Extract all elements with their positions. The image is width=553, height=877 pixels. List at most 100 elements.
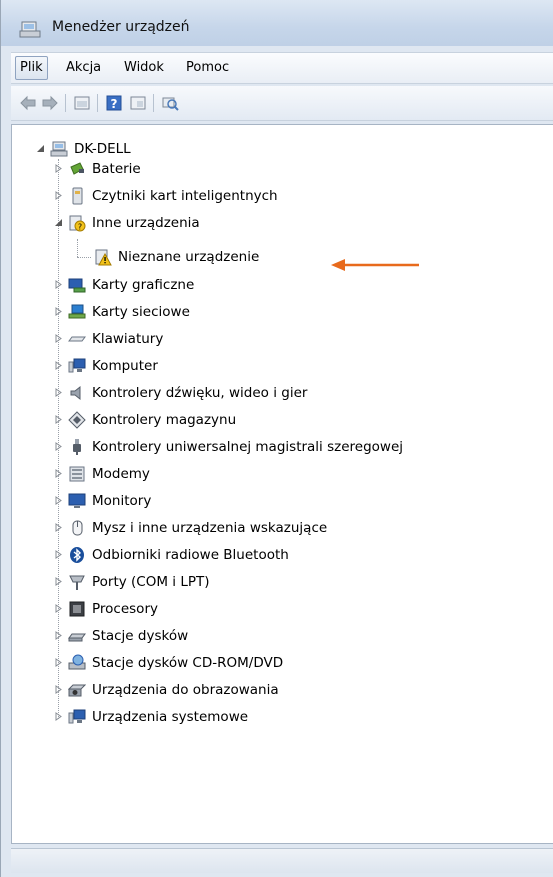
collapsed-triangle-icon[interactable] bbox=[54, 550, 63, 559]
tree-item-porty[interactable]: Porty (COM i LPT) bbox=[12, 572, 552, 592]
tree-item-label: Klawiatury bbox=[92, 331, 164, 347]
collapsed-triangle-icon[interactable] bbox=[54, 685, 63, 694]
tree-item-nieznane[interactable]: Nieznane urządzenie bbox=[12, 247, 552, 267]
smartcard-reader-icon bbox=[72, 187, 83, 205]
collapsed-triangle-icon[interactable] bbox=[54, 164, 63, 173]
help-icon[interactable]: ? bbox=[105, 94, 123, 112]
collapsed-triangle-icon[interactable] bbox=[54, 361, 63, 370]
tree-root-label: DK-DELL bbox=[74, 141, 131, 157]
collapsed-triangle-icon[interactable] bbox=[54, 469, 63, 478]
disk-drive-icon bbox=[68, 633, 86, 642]
forward-arrow-icon[interactable] bbox=[41, 94, 59, 112]
collapsed-triangle-icon[interactable] bbox=[54, 496, 63, 505]
svg-text:?: ? bbox=[78, 223, 82, 232]
battery-icon bbox=[70, 162, 84, 175]
tree-item-label: Baterie bbox=[92, 161, 141, 177]
collapsed-triangle-icon[interactable] bbox=[54, 631, 63, 640]
usb-icon bbox=[73, 439, 81, 455]
tree-item-karty-sieciowe[interactable]: Karty sieciowe bbox=[12, 302, 552, 322]
tree-item-label: Porty (COM i LPT) bbox=[92, 574, 210, 590]
tree-item-magazyn[interactable]: Kontrolery magazynu bbox=[12, 410, 552, 430]
collapsed-triangle-icon[interactable] bbox=[54, 280, 63, 289]
processor-icon bbox=[69, 601, 85, 617]
tree-item-karty-graficzne[interactable]: Karty graficzne bbox=[12, 275, 552, 295]
tree-item-label: Karty sieciowe bbox=[92, 304, 190, 320]
tree-item-mysz[interactable]: Mysz i inne urządzenia wskazujące bbox=[12, 518, 552, 538]
storage-controller-icon bbox=[68, 411, 86, 429]
tree-item-label: Inne urządzenia bbox=[92, 215, 200, 231]
tree-item-smartcard[interactable]: Czytniki kart inteligentnych bbox=[12, 186, 552, 206]
device-manager-window: Menedżer urządzeń Plik Akcja Widok Pomoc… bbox=[0, 0, 553, 877]
menu-bar: Plik Akcja Widok Pomoc bbox=[11, 52, 553, 84]
tree-item-label: Kontrolery dźwięku, wideo i gier bbox=[92, 385, 308, 401]
tree-item-label: Urządzenia systemowe bbox=[92, 709, 249, 725]
tree-item-inne[interactable]: ? Inne urządzenia bbox=[12, 213, 552, 233]
tree-item-stacje-dyskow[interactable]: Stacje dysków bbox=[12, 626, 552, 646]
toolbar: ? bbox=[11, 86, 553, 121]
menu-plik[interactable]: Plik bbox=[15, 56, 48, 80]
collapsed-triangle-icon[interactable] bbox=[54, 712, 63, 721]
tree-item-obrazowanie[interactable]: Urządzenia do obrazowania bbox=[12, 680, 552, 700]
speaker-icon bbox=[70, 385, 81, 401]
menu-akcja[interactable]: Akcja bbox=[62, 58, 105, 78]
properties-icon[interactable] bbox=[73, 94, 91, 112]
tree-item-label: Monitory bbox=[92, 493, 152, 509]
collapsed-triangle-icon[interactable] bbox=[54, 442, 63, 451]
tree-item-label: Kontrolery uniwersalnej magistrali szere… bbox=[92, 439, 404, 455]
collapsed-triangle-icon[interactable] bbox=[54, 577, 63, 586]
bluetooth-icon bbox=[70, 547, 84, 563]
tree-item-systemowe[interactable]: Urządzenia systemowe bbox=[12, 707, 552, 727]
collapsed-triangle-icon[interactable] bbox=[54, 191, 63, 200]
scan-hardware-icon[interactable] bbox=[161, 94, 179, 112]
tree-item-monitory[interactable]: Monitory bbox=[12, 491, 552, 511]
collapsed-triangle-icon[interactable] bbox=[54, 523, 63, 532]
monitor-icon bbox=[68, 493, 86, 508]
cdrom-icon bbox=[68, 654, 86, 670]
title-bar[interactable]: Menedżer urządzeń bbox=[1, 0, 553, 46]
computer-monitor-icon bbox=[68, 358, 86, 373]
collapsed-triangle-icon[interactable] bbox=[54, 658, 63, 667]
display-adapter-icon bbox=[68, 278, 86, 293]
tree-root[interactable]: DK-DELL bbox=[12, 139, 552, 159]
tree-item-label: Karty graficzne bbox=[92, 277, 195, 293]
tree-item-bluetooth[interactable]: Odbiorniki radiowe Bluetooth bbox=[12, 545, 552, 565]
tree-item-label: Stacje dysków CD-ROM/DVD bbox=[92, 655, 284, 671]
expanded-triangle-icon[interactable] bbox=[54, 218, 63, 227]
collapsed-triangle-icon[interactable] bbox=[54, 415, 63, 424]
tree-item-dzwiek[interactable]: Kontrolery dźwięku, wideo i gier bbox=[12, 383, 552, 403]
collapsed-triangle-icon[interactable] bbox=[54, 604, 63, 613]
device-tree: DK-DELL Baterie Czytniki kart inteligent… bbox=[11, 124, 553, 844]
tree-item-usb[interactable]: Kontrolery uniwersalnej magistrali szere… bbox=[12, 437, 552, 457]
collapsed-triangle-icon[interactable] bbox=[54, 388, 63, 397]
system-device-icon bbox=[68, 709, 86, 724]
tree-item-cdrom[interactable]: Stacje dysków CD-ROM/DVD bbox=[12, 653, 552, 673]
port-icon bbox=[69, 575, 85, 590]
tree-item-label: Stacje dysków bbox=[92, 628, 189, 644]
svg-text:?: ? bbox=[111, 97, 118, 111]
tree-item-modemy[interactable]: Modemy bbox=[12, 464, 552, 484]
collapsed-triangle-icon[interactable] bbox=[54, 307, 63, 316]
unknown-device-icon: ? bbox=[69, 215, 86, 232]
tree-item-komputer[interactable]: Komputer bbox=[12, 356, 552, 376]
tree-item-label: Nieznane urządzenie bbox=[118, 249, 260, 265]
tree-item-label: Komputer bbox=[92, 358, 158, 374]
keyboard-icon bbox=[68, 336, 86, 342]
tree-item-label: Kontrolery magazynu bbox=[92, 412, 237, 428]
view-icon[interactable] bbox=[129, 94, 147, 112]
window-title: Menedżer urządzeń bbox=[52, 19, 190, 35]
tree-item-baterie[interactable]: Baterie bbox=[12, 159, 552, 179]
expanded-triangle-icon[interactable] bbox=[36, 144, 45, 153]
warning-device-icon bbox=[95, 249, 112, 266]
tree-item-label: Urządzenia do obrazowania bbox=[92, 682, 279, 698]
back-arrow-icon[interactable] bbox=[19, 94, 37, 112]
computer-icon bbox=[50, 141, 68, 157]
tree-item-procesory[interactable]: Procesory bbox=[12, 599, 552, 619]
tree-item-label: Czytniki kart inteligentnych bbox=[92, 188, 278, 204]
menu-widok[interactable]: Widok bbox=[120, 58, 168, 78]
tree-item-klawiatury[interactable]: Klawiatury bbox=[12, 329, 552, 349]
collapsed-triangle-icon[interactable] bbox=[54, 334, 63, 343]
tree-item-label: Modemy bbox=[92, 466, 150, 482]
tree-item-label: Procesory bbox=[92, 601, 158, 617]
device-manager-icon bbox=[19, 21, 41, 38]
menu-pomoc[interactable]: Pomoc bbox=[182, 58, 233, 78]
